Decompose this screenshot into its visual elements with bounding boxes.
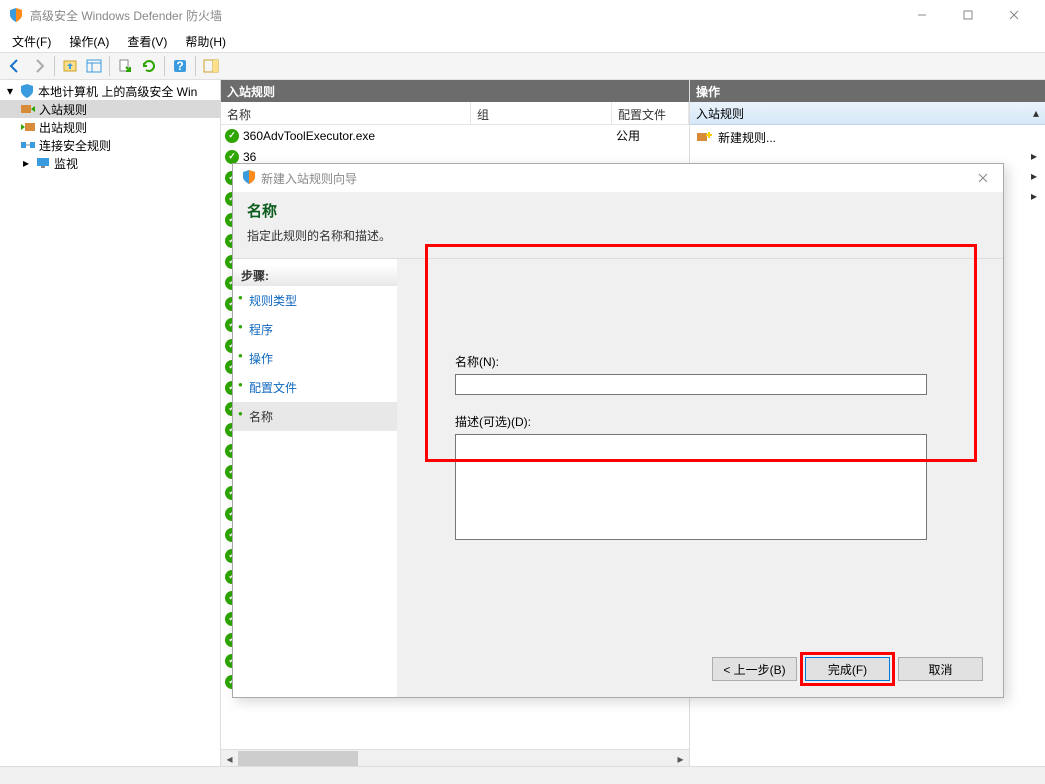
- toolbar-panes-button[interactable]: [83, 55, 105, 77]
- wizard-content-pane: 名称(N): 描述(可选)(D): < 上一步(B) 完成(F) 取消: [397, 259, 1003, 697]
- scroll-left-arrow[interactable]: ◂: [221, 750, 238, 767]
- window-minimize-button[interactable]: [899, 0, 945, 30]
- new-rule-icon: [696, 129, 712, 145]
- action-new-rule[interactable]: 新建规则...: [690, 125, 1045, 149]
- tree-inbound-label: 入站规则: [39, 101, 87, 118]
- horizontal-scrollbar[interactable]: ◂ ▸: [221, 749, 689, 766]
- svg-text:?: ?: [176, 59, 183, 73]
- toolbar-actionpane-button[interactable]: [200, 55, 222, 77]
- new-inbound-rule-wizard: 新建入站规则向导 名称 指定此规则的名称和描述。 步骤: 规则类型 程序 操作 …: [232, 163, 1004, 698]
- wizard-title: 新建入站规则向导: [261, 170, 971, 187]
- tree-outbound-rules[interactable]: 出站规则: [0, 118, 220, 136]
- rule-enabled-icon: [225, 129, 239, 143]
- column-name[interactable]: 名称: [221, 102, 471, 124]
- window-title: 高级安全 Windows Defender 防火墙: [30, 7, 899, 24]
- toolbar-export-button[interactable]: [114, 55, 136, 77]
- wizard-titlebar: 新建入站规则向导: [233, 164, 1003, 192]
- toolbar-refresh-button[interactable]: [138, 55, 160, 77]
- wizard-step-name[interactable]: 名称: [233, 402, 397, 431]
- actions-subheader-label: 入站规则: [696, 105, 744, 122]
- actions-subheader: 入站规则 ▴: [690, 102, 1045, 125]
- label-rule-description: 描述(可选)(D):: [455, 413, 927, 430]
- window-titlebar: 高级安全 Windows Defender 防火墙: [0, 0, 1045, 30]
- window-maximize-button[interactable]: [945, 0, 991, 30]
- toolbar: ?: [0, 52, 1045, 80]
- menu-file[interactable]: 文件(F): [4, 31, 59, 52]
- wizard-heading: 名称: [247, 200, 989, 221]
- rule-enabled-icon: [225, 150, 239, 164]
- wizard-step-profile[interactable]: 配置文件: [233, 373, 397, 402]
- wizard-header: 名称 指定此规则的名称和描述。: [233, 192, 1003, 258]
- column-profile[interactable]: 配置文件: [612, 102, 689, 124]
- toolbar-back-button[interactable]: [4, 55, 26, 77]
- wizard-step-rule-type[interactable]: 规则类型: [233, 286, 397, 315]
- tree-root-label: 本地计算机 上的高级安全 Win: [38, 83, 197, 100]
- monitor-icon: [35, 155, 51, 171]
- tree-connection-label: 连接安全规则: [39, 137, 111, 154]
- rules-pane-header: 入站规则: [221, 80, 689, 102]
- actions-pane-header: 操作: [690, 80, 1045, 102]
- menu-bar: 文件(F) 操作(A) 查看(V) 帮助(H): [0, 30, 1045, 52]
- wizard-cancel-button[interactable]: 取消: [898, 657, 983, 681]
- toolbar-forward-button[interactable]: [28, 55, 50, 77]
- chevron-right-icon[interactable]: ▸: [20, 157, 32, 169]
- wizard-steps-pane: 步骤: 规则类型 程序 操作 配置文件 名称: [233, 259, 397, 697]
- rule-description-input[interactable]: [455, 434, 927, 540]
- tree-pane: ▾ 本地计算机 上的高级安全 Win 入站规则 出站规则 连接安全规则 ▸ 监视: [0, 80, 221, 766]
- tree-monitor-label: 监视: [54, 155, 78, 172]
- menu-action[interactable]: 操作(A): [61, 31, 117, 52]
- defender-shield-icon: [8, 7, 24, 23]
- wizard-close-button[interactable]: [971, 166, 995, 190]
- tree-inbound-rules[interactable]: 入站规则: [0, 100, 220, 118]
- wizard-subheading: 指定此规则的名称和描述。: [247, 227, 989, 244]
- chevron-down-icon[interactable]: ▾: [4, 85, 16, 97]
- defender-shield-icon: [19, 83, 35, 99]
- rule-name-cell: 36: [243, 150, 475, 164]
- wizard-finish-button[interactable]: 完成(F): [805, 657, 890, 681]
- rule-name-cell: 360AdvToolExecutor.exe: [243, 129, 475, 143]
- toolbar-help-button[interactable]: ?: [169, 55, 191, 77]
- scroll-thumb[interactable]: [238, 751, 358, 766]
- wizard-back-button[interactable]: < 上一步(B): [712, 657, 797, 681]
- scroll-right-arrow[interactable]: ▸: [672, 750, 689, 767]
- wizard-steps-title: 步骤:: [233, 265, 397, 286]
- menu-view[interactable]: 查看(V): [119, 31, 175, 52]
- wizard-step-program[interactable]: 程序: [233, 315, 397, 344]
- tree-outbound-label: 出站规则: [39, 119, 87, 136]
- wizard-step-action[interactable]: 操作: [233, 344, 397, 373]
- rules-list-header: 名称 组 配置文件: [221, 102, 689, 125]
- tree-connection-security[interactable]: 连接安全规则: [0, 136, 220, 154]
- action-new-rule-label: 新建规则...: [718, 129, 776, 146]
- rule-row[interactable]: 360AdvToolExecutor.exe 公用: [221, 125, 689, 146]
- connection-security-icon: [20, 137, 36, 153]
- toolbar-up-button[interactable]: [59, 55, 81, 77]
- window-close-button[interactable]: [991, 0, 1037, 30]
- menu-help[interactable]: 帮助(H): [177, 31, 234, 52]
- tree-monitor[interactable]: ▸ 监视: [0, 154, 220, 172]
- collapse-arrow-icon[interactable]: ▴: [1033, 106, 1039, 120]
- rule-profile-cell: 公用: [616, 127, 689, 144]
- outbound-rules-icon: [20, 119, 36, 135]
- column-group[interactable]: 组: [471, 102, 612, 124]
- defender-shield-icon: [241, 169, 257, 188]
- inbound-rules-icon: [20, 101, 36, 117]
- label-rule-name: 名称(N):: [455, 353, 927, 370]
- rule-name-input[interactable]: [455, 374, 927, 395]
- tree-root-row[interactable]: ▾ 本地计算机 上的高级安全 Win: [0, 82, 220, 100]
